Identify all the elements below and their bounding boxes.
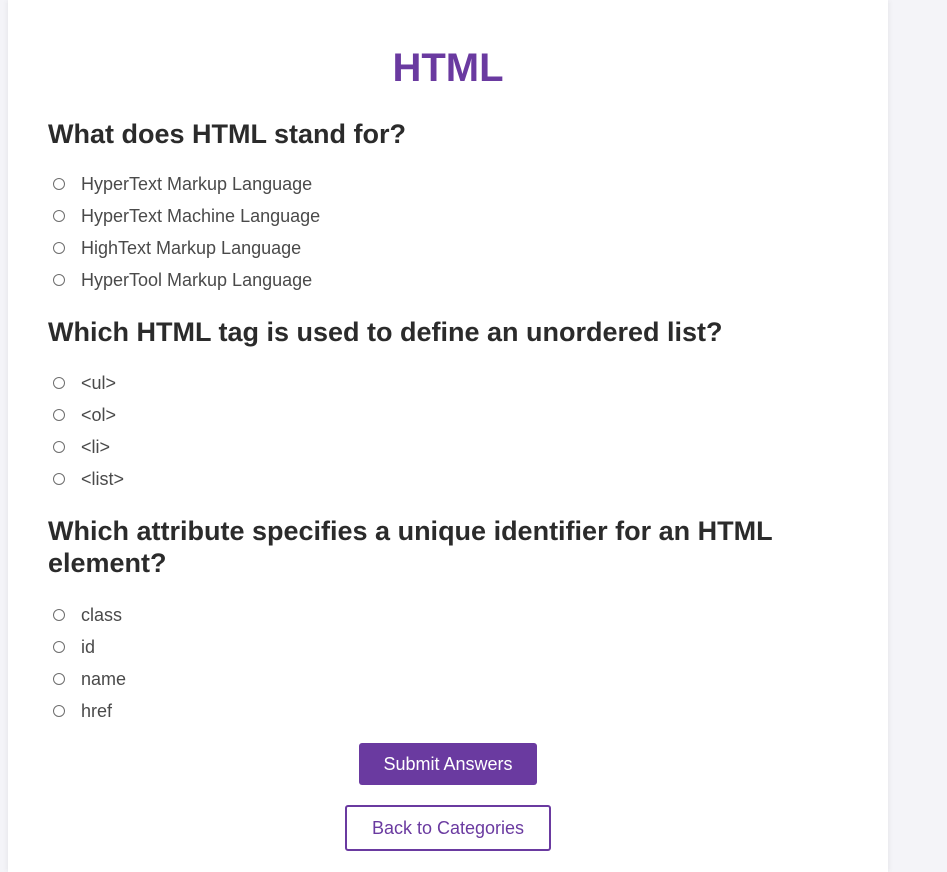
option-item[interactable]: <ol> [48,399,838,431]
radio-button[interactable] [53,210,65,222]
option-item[interactable]: id [48,631,838,663]
option-item[interactable]: <ul> [48,367,838,399]
option-label: name [81,668,127,689]
option-item[interactable]: HyperText Markup Language [48,168,838,200]
option-item[interactable]: HyperTool Markup Language [48,264,838,296]
question-2: Which HTML tag is used to define an unor… [48,316,838,489]
radio-button[interactable] [53,641,65,653]
option-label: HyperText Markup Language [81,173,313,194]
option-item[interactable]: name [48,663,838,695]
option-label: <li> [81,436,111,457]
question-text: What does HTML stand for? [48,119,406,149]
option-label: id [81,636,96,657]
radio-button[interactable] [53,377,65,389]
question-text: Which HTML tag is used to define an unor… [48,317,723,347]
question-text: Which attribute specifies a unique ident… [48,516,773,578]
radio-button[interactable] [53,705,65,717]
option-label: href [81,700,113,721]
question-3: Which attribute specifies a unique ident… [48,515,838,721]
radio-button[interactable] [53,473,65,485]
option-item[interactable]: class [48,599,838,631]
quiz-card: HTML What does HTML stand for? HyperText… [8,0,888,872]
option-label: <ul> [81,372,117,393]
option-item[interactable]: <list> [48,463,838,495]
radio-button[interactable] [53,242,65,254]
back-to-categories-button[interactable]: Back to Categories [345,805,551,851]
submit-answers-button[interactable]: Submit Answers [359,743,537,785]
option-label: HyperText Machine Language [81,205,321,226]
option-label: HyperTool Markup Language [81,269,313,290]
page-title: HTML [392,46,504,90]
option-item[interactable]: HyperText Machine Language [48,200,838,232]
radio-button[interactable] [53,673,65,685]
radio-button[interactable] [53,274,65,286]
option-label: <list> [81,468,125,489]
option-label: <ol> [81,404,117,425]
radio-button[interactable] [53,441,65,453]
option-item[interactable]: <li> [48,431,838,463]
options-list: <ul> <ol> <li> <list> [48,367,838,495]
options-list: class id name href [48,599,838,727]
option-item[interactable]: href [48,695,838,727]
option-label: HighText Markup Language [81,237,302,258]
option-label: class [81,604,123,625]
radio-button[interactable] [53,178,65,190]
radio-button[interactable] [53,409,65,421]
option-item[interactable]: HighText Markup Language [48,232,838,264]
radio-button[interactable] [53,609,65,621]
options-list: HyperText Markup Language HyperText Mach… [48,168,838,296]
question-1: What does HTML stand for? HyperText Mark… [48,118,838,290]
